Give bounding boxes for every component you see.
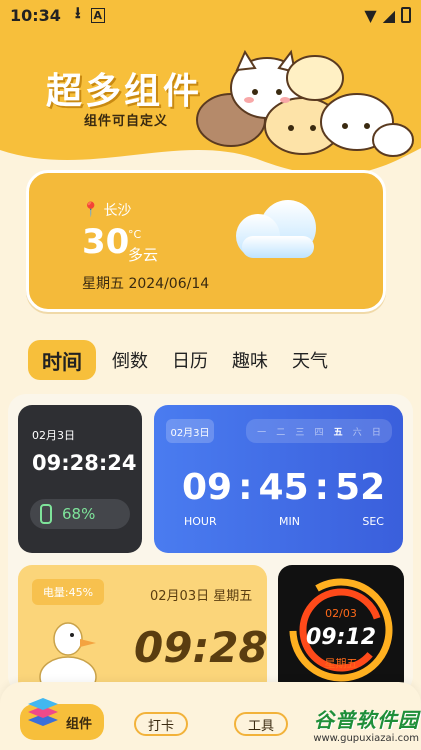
widget-time: 09:12 <box>305 625 377 650</box>
nav-tools-button[interactable]: 工具 <box>234 712 288 736</box>
tab-weather[interactable]: 天气 <box>280 340 340 380</box>
clock-separator: : <box>314 467 330 508</box>
watermark: 谷普软件园 www.gupuxiazai.com <box>289 704 419 748</box>
tab-fun[interactable]: 趣味 <box>220 340 280 380</box>
widget-date: 02/03 <box>325 607 357 620</box>
tab-calendar[interactable]: 日历 <box>160 340 220 380</box>
location-pin-icon: 📍 <box>82 202 100 218</box>
cats-illustration <box>196 49 414 157</box>
battery-badge: 电量:45% <box>32 579 104 605</box>
status-time: 10:34 <box>10 5 61 25</box>
layers-icon <box>28 698 58 726</box>
clock-hour: 09 <box>182 467 233 508</box>
app-subtitle: 组件可自定义 <box>84 114 169 129</box>
weather-temperature: 30 <box>82 222 130 262</box>
weekday-fri: 五 <box>333 427 343 438</box>
nav-checkin-label: 打卡 <box>147 718 174 734</box>
blue-clock-widget[interactable]: 02月3日 一 二 三 四 五 六 日 09 : 45 : 52 HOUR MI… <box>154 405 403 553</box>
weekday-wed: 三 <box>295 427 305 438</box>
clock-sec: 52 <box>335 467 386 508</box>
widget-time: 09:28 <box>134 623 268 672</box>
tab-time[interactable]: 时间 <box>28 340 96 380</box>
hour-label: HOUR <box>184 515 217 528</box>
download-icon: ⭳ <box>74 2 81 22</box>
nav-checkin-button[interactable]: 打卡 <box>134 712 188 736</box>
weekday-sun: 日 <box>371 427 381 438</box>
battery-icon <box>401 7 411 23</box>
weekday-mon: 一 <box>257 427 267 438</box>
weather-location: 📍 长沙 <box>82 200 131 220</box>
app-title: 超多组件 <box>46 71 203 112</box>
ring-clock-widget[interactable]: 02/03 09:12 星期五 <box>278 565 404 695</box>
min-label: MIN <box>279 515 300 528</box>
watermark-url: www.gupuxiazai.com <box>313 733 419 744</box>
signal-icon: ◢ <box>382 5 395 25</box>
battery-percent: 68% <box>62 505 96 523</box>
tab-countdown[interactable]: 倒数 <box>100 340 160 380</box>
weekday-bar: 一 二 三 四 五 六 日 <box>246 419 392 443</box>
yellow-clock-widget[interactable]: 电量:45% 02月03日 星期五 09:28 <box>18 565 268 695</box>
notification-icon: A <box>90 7 106 23</box>
weekday-tue: 二 <box>276 427 286 438</box>
watermark-title: 谷普软件园 <box>314 708 419 732</box>
weather-condition: 多云 <box>128 246 159 264</box>
battery-icon <box>40 504 52 524</box>
status-bar: 10:34 ⭳ A ▼ ◢ <box>0 0 421 30</box>
weather-unit: °C <box>128 228 142 241</box>
wifi-icon: ▼ <box>364 5 377 25</box>
clock-separator: : <box>238 467 253 508</box>
nav-widgets-label: 组件 <box>65 716 92 732</box>
clock-min: 45 <box>258 467 309 508</box>
category-tabs: 时间 倒数 日历 趣味 天气 <box>28 340 340 380</box>
weather-city: 长沙 <box>103 203 132 219</box>
sec-label: SEC <box>362 515 384 528</box>
clock-labels: HOUR MIN SEC <box>184 515 384 528</box>
widget-date: 02月03日 星期五 <box>150 589 253 604</box>
nav-tools-label: 工具 <box>247 718 274 734</box>
weekday-sat: 六 <box>352 427 362 438</box>
widget-weekday: 星期五 <box>324 657 358 670</box>
cloud-icon <box>236 200 316 258</box>
widget-date: 02月3日 <box>32 429 75 442</box>
battery-pill: 68% <box>30 499 130 529</box>
dark-clock-widget[interactable]: 02月3日 09:28:24 68% <box>18 405 142 553</box>
widget-date: 02月3日 <box>166 419 214 443</box>
weekday-thu: 四 <box>314 427 324 438</box>
digital-clock: 09 : 45 : 52 <box>182 467 385 508</box>
weather-date: 星期五 2024/06/14 <box>82 276 210 292</box>
widget-time: 09:28:24 <box>32 451 137 475</box>
